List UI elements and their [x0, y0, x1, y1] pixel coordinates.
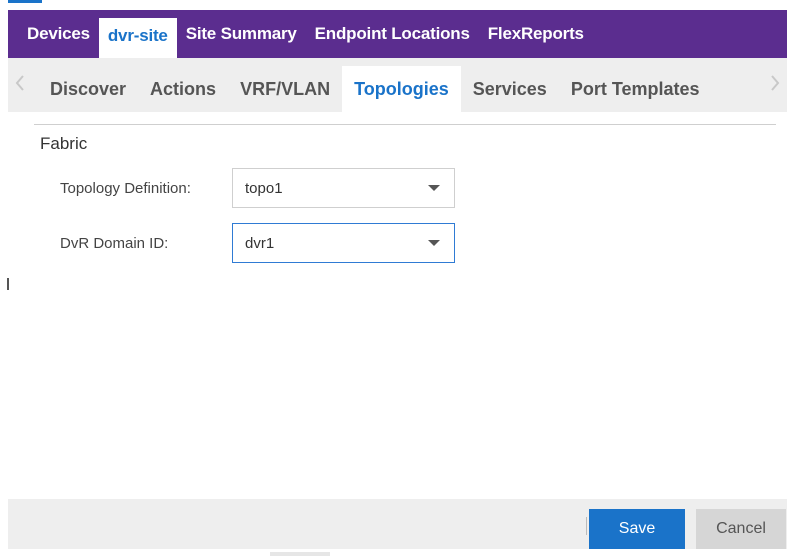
dvr-domain-id-value: dvr1 — [245, 234, 275, 252]
dvr-domain-id-row: DvR Domain ID: dvr1 — [60, 223, 455, 263]
topology-definition-row: Topology Definition: topo1 — [60, 168, 455, 208]
topology-definition-label: Topology Definition: — [60, 179, 191, 197]
horizontal-scrollbar-thumb[interactable] — [270, 552, 330, 556]
tab-dvr-site[interactable]: dvr-site — [98, 18, 177, 58]
caret-down-icon — [428, 185, 440, 191]
tab-discover[interactable]: Discover — [42, 66, 138, 112]
scroll-left-button[interactable] — [10, 70, 30, 96]
bottom-strip — [0, 549, 796, 558]
tab-port-templates[interactable]: Port Templates — [559, 66, 712, 112]
scroll-right-button[interactable] — [765, 70, 785, 96]
resize-handle[interactable] — [7, 278, 9, 290]
caret-down-icon — [428, 240, 440, 246]
dvr-domain-id-select[interactable]: dvr1 — [232, 223, 455, 263]
footer-separator — [586, 517, 587, 535]
cancel-button[interactable]: Cancel — [696, 509, 786, 549]
tab-actions[interactable]: Actions — [138, 66, 228, 112]
topology-definition-select[interactable]: topo1 — [232, 168, 455, 208]
tab-devices[interactable]: Devices — [8, 14, 99, 54]
save-button[interactable]: Save — [589, 509, 685, 549]
main-tab-bar: Devices dvr-site Site Summary Endpoint L… — [8, 10, 787, 58]
topology-definition-value: topo1 — [245, 179, 283, 197]
tab-vrf-vlan[interactable]: VRF/VLAN — [228, 66, 342, 112]
chevron-left-icon — [15, 75, 24, 91]
chevron-right-icon — [771, 75, 780, 91]
section-title-fabric: Fabric — [40, 134, 88, 153]
tab-flexreports[interactable]: FlexReports — [479, 14, 593, 54]
tab-site-summary[interactable]: Site Summary — [177, 14, 306, 54]
top-accent-bar — [8, 0, 42, 3]
tab-topologies[interactable]: Topologies — [342, 66, 461, 112]
tab-services[interactable]: Services — [461, 66, 559, 112]
section-divider — [34, 124, 776, 125]
dialog-footer: Save Cancel — [8, 499, 787, 549]
dvr-domain-id-label: DvR Domain ID: — [60, 234, 169, 252]
sub-tab-bar: Discover Actions VRF/VLAN Topologies Ser… — [8, 58, 787, 112]
tab-endpoint-locations[interactable]: Endpoint Locations — [306, 14, 479, 54]
